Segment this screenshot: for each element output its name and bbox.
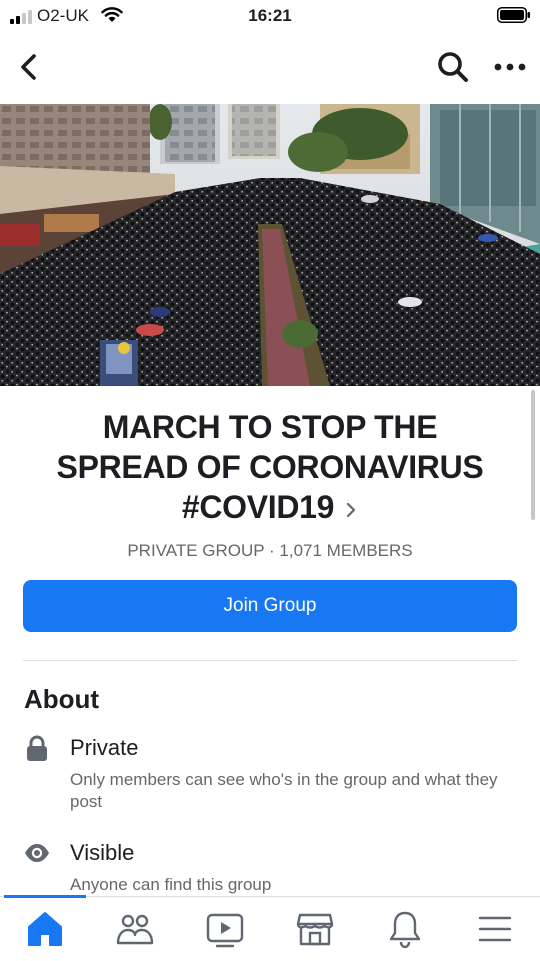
privacy-description: Only members can see who's in the group … <box>70 770 498 811</box>
navigation-bar <box>0 40 540 96</box>
about-heading: About <box>24 684 100 714</box>
chevron-right-icon <box>347 502 356 517</box>
active-tab-indicator <box>4 895 86 898</box>
marketplace-icon <box>296 913 334 946</box>
visibility-title: Visible <box>70 840 135 865</box>
tab-menu[interactable] <box>473 907 517 951</box>
group-title-line-2: SPREAD OF CORONAVIRUS <box>56 449 484 485</box>
menu-icon <box>478 916 512 942</box>
battery-icon <box>497 7 530 23</box>
search-icon[interactable] <box>436 50 470 84</box>
tab-marketplace[interactable] <box>293 907 337 951</box>
lock-icon <box>27 735 47 761</box>
tab-watch[interactable] <box>203 907 247 951</box>
notifications-icon <box>389 911 421 949</box>
tab-notifications[interactable] <box>383 907 427 951</box>
eye-icon <box>25 844 49 862</box>
home-icon <box>28 912 62 946</box>
scrollbar[interactable] <box>531 390 535 520</box>
clock-time: 16:21 <box>248 6 292 25</box>
section-divider <box>23 660 517 661</box>
group-title-hashtag: #COVID19 <box>181 489 335 525</box>
crowd-protest-photo <box>0 104 540 386</box>
bottom-tab-bar <box>0 895 540 961</box>
group-title-line-3: #COVID19 <box>30 487 510 527</box>
join-group-button[interactable]: Join Group <box>23 580 517 632</box>
tab-groups[interactable] <box>113 907 157 951</box>
visibility-description: Anyone can find this group <box>70 875 272 894</box>
group-title-line-1: MARCH TO STOP THE <box>102 409 438 445</box>
groups-icon <box>116 914 154 945</box>
watch-icon <box>206 913 244 948</box>
group-title[interactable]: MARCH TO STOP THE SPREAD OF CORONAVIRUS … <box>30 407 510 527</box>
privacy-title: Private <box>70 735 139 760</box>
tab-home[interactable] <box>23 907 67 951</box>
status-bar: O2-UK 16:21 <box>0 0 540 32</box>
back-chevron-icon[interactable] <box>14 50 44 84</box>
cover-photo[interactable] <box>0 104 540 386</box>
more-dots-icon[interactable] <box>490 54 530 80</box>
group-privacy-members: PRIVATE GROUP · 1,071 MEMBERS <box>127 541 413 560</box>
